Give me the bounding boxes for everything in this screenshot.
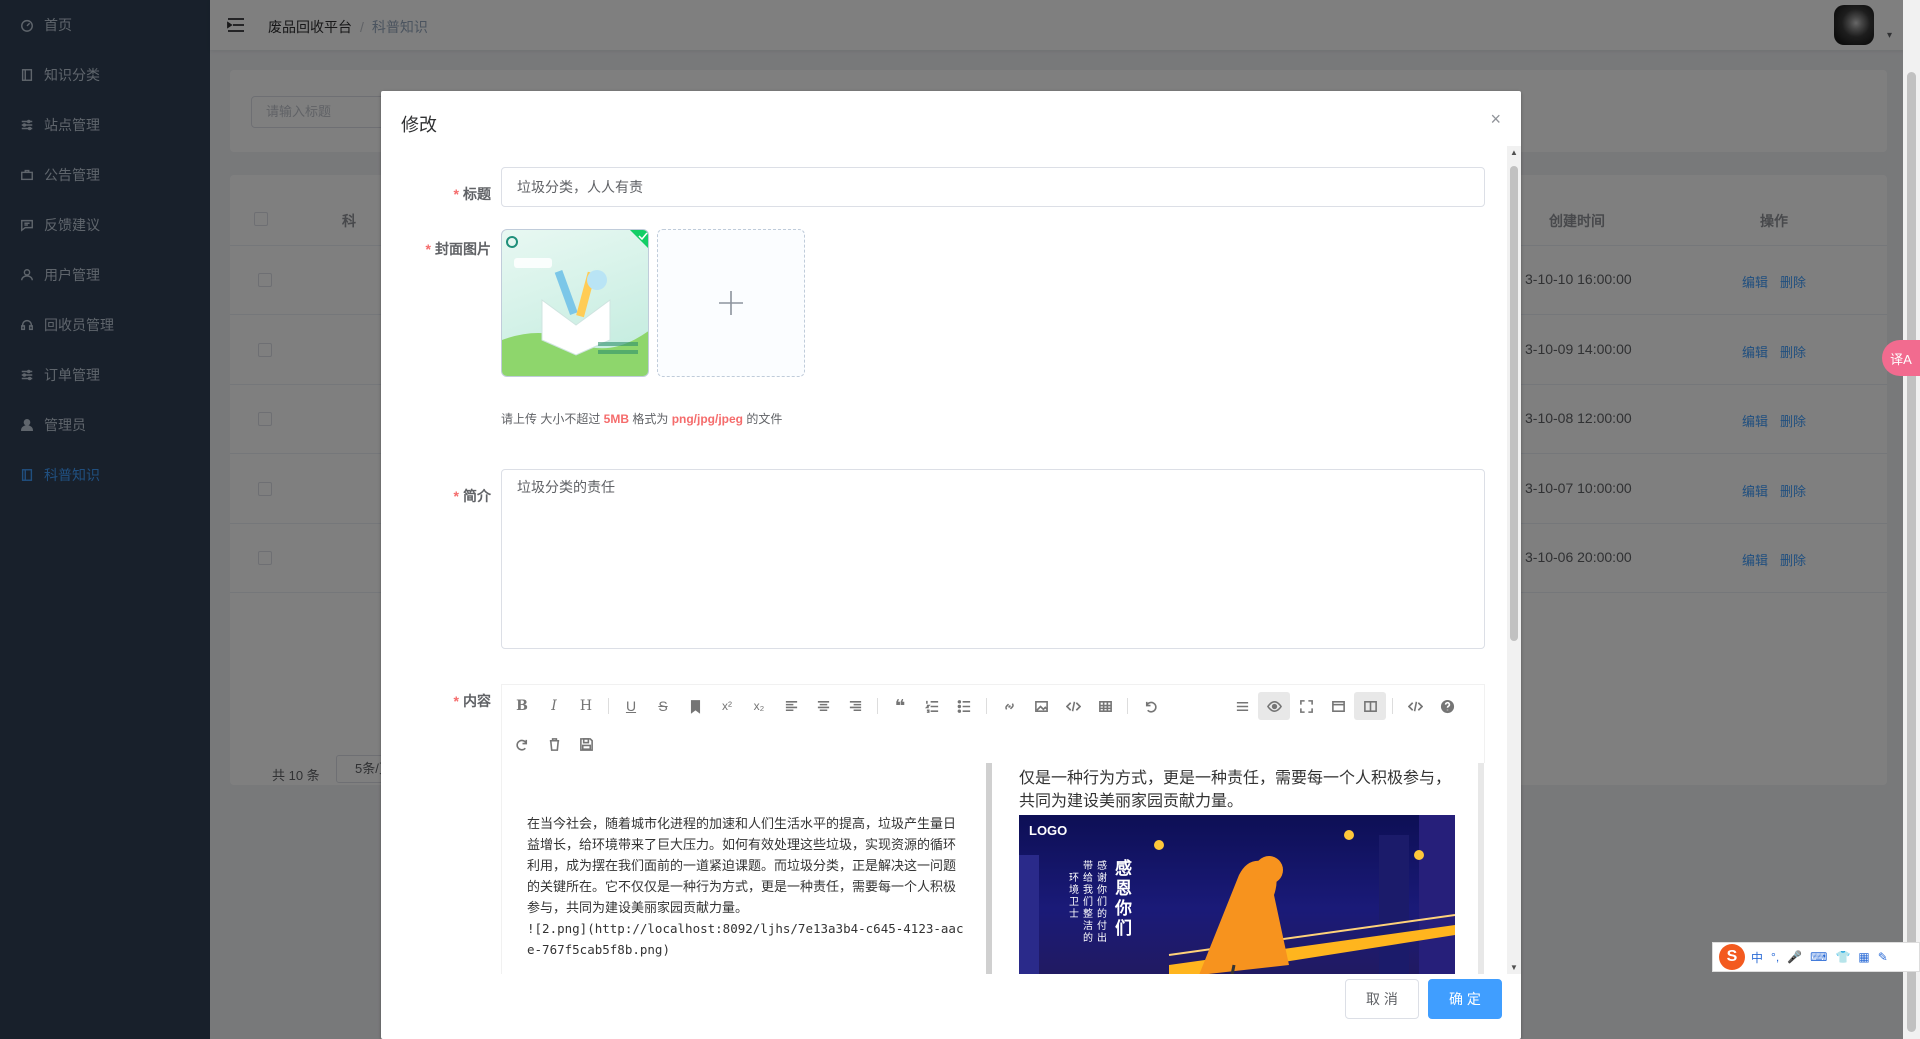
link-icon[interactable]: [993, 692, 1025, 720]
intro-textarea[interactable]: 垃圾分类的责任: [501, 469, 1485, 649]
heading-icon[interactable]: H: [570, 692, 602, 720]
keyboard-icon[interactable]: ⌨: [1810, 950, 1827, 964]
image-icon[interactable]: [1025, 692, 1057, 720]
align-left-icon[interactable]: [775, 692, 807, 720]
markdown-editor: B I H U S x² x₂ ❝ 在当今社会，随着城市化进程的加速和人们生活水…: [501, 684, 1486, 974]
dialog-title: 修改: [401, 115, 437, 135]
unordered-list-icon[interactable]: [948, 692, 980, 720]
cover-label: * 封面图片: [425, 241, 491, 257]
page-scrollbar[interactable]: [1903, 0, 1920, 1039]
dialog-scrollbar[interactable]: ▲ ▼: [1507, 146, 1521, 974]
dialog-body: * 标题 垃圾分类，人人有责 * 封面图片 请上传 大小不超过 5MB 格式为 …: [381, 146, 1521, 974]
window-icon[interactable]: [1322, 692, 1354, 720]
redo-icon[interactable]: [506, 730, 538, 758]
save-icon[interactable]: [570, 730, 602, 758]
content-label: * 内容: [453, 693, 491, 709]
editor-toolbar-row-1: B I H U S x² x₂ ❝: [506, 687, 1166, 725]
align-right-icon[interactable]: [839, 692, 871, 720]
split-view-icon[interactable]: [1354, 692, 1386, 720]
bold-icon[interactable]: B: [506, 692, 538, 720]
ime-punct[interactable]: °,: [1771, 950, 1779, 964]
dialog-scrollbar-thumb[interactable]: [1510, 166, 1518, 641]
cover-image-thumbnail[interactable]: [501, 229, 649, 377]
translate-float-button[interactable]: 译A: [1882, 340, 1920, 376]
preview-eye-icon[interactable]: [1258, 692, 1290, 720]
title-label: * 标题: [453, 186, 491, 202]
quote-icon[interactable]: ❝: [884, 692, 916, 720]
subscript-icon[interactable]: x₂: [743, 692, 775, 720]
menu-icon[interactable]: [1226, 692, 1258, 720]
cancel-button[interactable]: 取 消: [1345, 979, 1419, 1019]
grid-apps-icon[interactable]: ▦: [1858, 950, 1869, 964]
editor-preview-pane: 仅是一种行为方式，更是一种责任，需要每一个人积极参与，共同为建设美丽家园贡献力量…: [998, 763, 1486, 974]
scroll-down-icon[interactable]: ▼: [1510, 963, 1518, 972]
preview-scrollbar[interactable]: [1478, 763, 1484, 974]
help-icon[interactable]: [1431, 692, 1463, 720]
editor-source-pane[interactable]: 在当今社会，随着城市化进程的加速和人们生活水平的提高，垃圾产生量日益增长，给环境…: [502, 763, 992, 974]
toolbox-icon[interactable]: ✎: [1878, 950, 1888, 964]
poster-sub1: 感谢你们的付出: [1097, 861, 1107, 944]
plus-icon: [719, 291, 743, 315]
underline-icon[interactable]: U: [615, 692, 647, 720]
poster-sub2: 带给我们整洁的: [1083, 861, 1093, 944]
edit-dialog: 修改 × * 标题 垃圾分类，人人有责 * 封面图片 请上传 大小不超过 5MB…: [381, 91, 1521, 1039]
poster-sub3: 环境卫士: [1069, 873, 1079, 920]
preview-poster-image: LOGO 感恩你们 感谢你们的付出 带给我们整洁的 环境卫士: [1019, 815, 1455, 974]
poster-title: 感恩你们: [1115, 859, 1132, 938]
confirm-button[interactable]: 确 定: [1428, 979, 1502, 1019]
editor-toolbar-row-2: [506, 725, 602, 763]
italic-icon[interactable]: I: [538, 692, 570, 720]
table-icon[interactable]: [1089, 692, 1121, 720]
page-scrollbar-thumb[interactable]: [1907, 72, 1916, 1032]
html-code-icon[interactable]: [1399, 692, 1431, 720]
code-icon[interactable]: [1057, 692, 1089, 720]
upload-add-button[interactable]: [657, 229, 805, 377]
title-input[interactable]: 垃圾分类，人人有责: [501, 167, 1485, 207]
trash-icon[interactable]: [538, 730, 570, 758]
preview-paragraph: 仅是一种行为方式，更是一种责任，需要每一个人积极参与，共同为建设美丽家园贡献力量…: [1019, 770, 1452, 810]
close-icon[interactable]: ×: [1490, 109, 1501, 130]
editor-source-text: 在当今社会，随着城市化进程的加速和人们生活水平的提高，垃圾产生量日益增长，给环境…: [527, 816, 957, 915]
bookmark-icon[interactable]: [679, 692, 711, 720]
ime-mode[interactable]: 中: [1751, 949, 1763, 966]
undo-icon[interactable]: [1134, 692, 1166, 720]
upload-tip: 请上传 大小不超过 5MB 格式为 png/jpg/jpeg 的文件: [501, 412, 783, 426]
ime-toolbar: S 中 °, 🎤 ⌨ 👕 ▦ ✎: [1712, 942, 1920, 972]
superscript-icon[interactable]: x²: [711, 692, 743, 720]
skin-icon[interactable]: 👕: [1835, 950, 1850, 964]
strikethrough-icon[interactable]: S: [647, 692, 679, 720]
ordered-list-icon[interactable]: [916, 692, 948, 720]
intro-label: * 简介: [453, 488, 491, 504]
align-center-icon[interactable]: [807, 692, 839, 720]
editor-toolbar-right: [1226, 687, 1463, 725]
scroll-up-icon[interactable]: ▲: [1510, 148, 1518, 157]
editor-source-markdown: ![2.png](http://localhost:8092/ljhs/7e13…: [527, 921, 964, 957]
microphone-icon[interactable]: 🎤: [1787, 950, 1802, 964]
fullscreen-icon[interactable]: [1290, 692, 1322, 720]
sogou-logo-icon[interactable]: S: [1719, 944, 1745, 970]
